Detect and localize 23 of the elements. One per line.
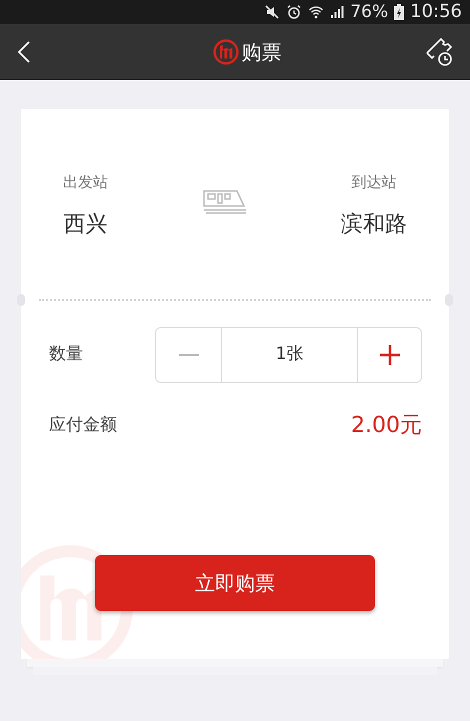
- clock-time: 10:56: [410, 3, 462, 21]
- page-title: 购票: [242, 38, 282, 66]
- amount-value: 2.00元: [351, 412, 422, 440]
- alarm-icon: [286, 4, 302, 20]
- wifi-icon: [308, 4, 324, 20]
- departure-label: 出发站: [63, 172, 108, 193]
- battery-percent: 76%: [350, 4, 388, 20]
- arrival-label: 到达站: [352, 172, 396, 193]
- ticket-notch: [17, 294, 25, 306]
- arrival-station: 滨和路: [341, 210, 407, 238]
- battery-charging-icon: [394, 4, 404, 20]
- train-icon: [202, 189, 248, 215]
- metro-logo-icon: [212, 38, 238, 64]
- departure-station: 西兴: [64, 210, 108, 238]
- signal-icon: [330, 5, 344, 19]
- amount-label: 应付金额: [49, 414, 117, 437]
- plus-icon: [378, 344, 400, 366]
- ticket-notch: [445, 294, 453, 306]
- quantity-label: 数量: [49, 343, 83, 366]
- mute-icon: [264, 4, 280, 20]
- buy-now-button[interactable]: 立即购票: [95, 555, 375, 611]
- quantity-value: 1张: [274, 343, 304, 366]
- minus-icon: [178, 353, 198, 357]
